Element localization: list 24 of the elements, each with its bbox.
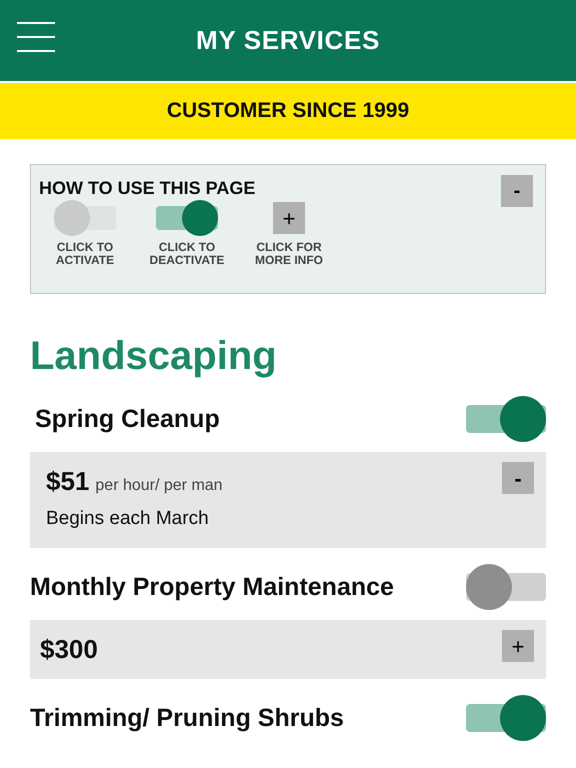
collapse-button[interactable]: - bbox=[501, 175, 533, 207]
expand-button[interactable]: + bbox=[273, 202, 305, 234]
service-name: Trimming/ Pruning Shrubs bbox=[30, 702, 345, 732]
service-price: $51 bbox=[46, 465, 90, 498]
price-unit: per hour/ per man bbox=[95, 476, 223, 496]
toggle-switch[interactable] bbox=[466, 396, 546, 442]
legend-label: CLICK TO ACTIVATE bbox=[54, 241, 116, 267]
page-title: MY SERVICES bbox=[196, 24, 380, 57]
collapse-button[interactable]: - bbox=[502, 462, 534, 494]
service-name: Spring Cleanup bbox=[35, 404, 221, 434]
legend-label: CLICK FOR MORE INFO bbox=[254, 241, 324, 267]
expand-button[interactable]: + bbox=[502, 630, 534, 662]
help-title: HOW TO USE THIS PAGE bbox=[39, 177, 256, 200]
toggle-switch[interactable] bbox=[466, 694, 546, 740]
menu-icon[interactable] bbox=[17, 22, 55, 52]
toggle-switch[interactable] bbox=[54, 200, 116, 236]
toggle-switch[interactable] bbox=[156, 200, 218, 236]
toggle-switch[interactable] bbox=[466, 564, 546, 610]
service-price: $300 bbox=[40, 632, 98, 666]
customer-since-banner: CUSTOMER SINCE 1999 bbox=[0, 83, 576, 139]
service-note: Begins each March bbox=[46, 507, 210, 531]
section-heading: Landscaping bbox=[30, 334, 278, 378]
service-name: Monthly Property Maintenance bbox=[30, 572, 395, 602]
legend-label: CLICK TO DEACTIVATE bbox=[148, 241, 226, 267]
